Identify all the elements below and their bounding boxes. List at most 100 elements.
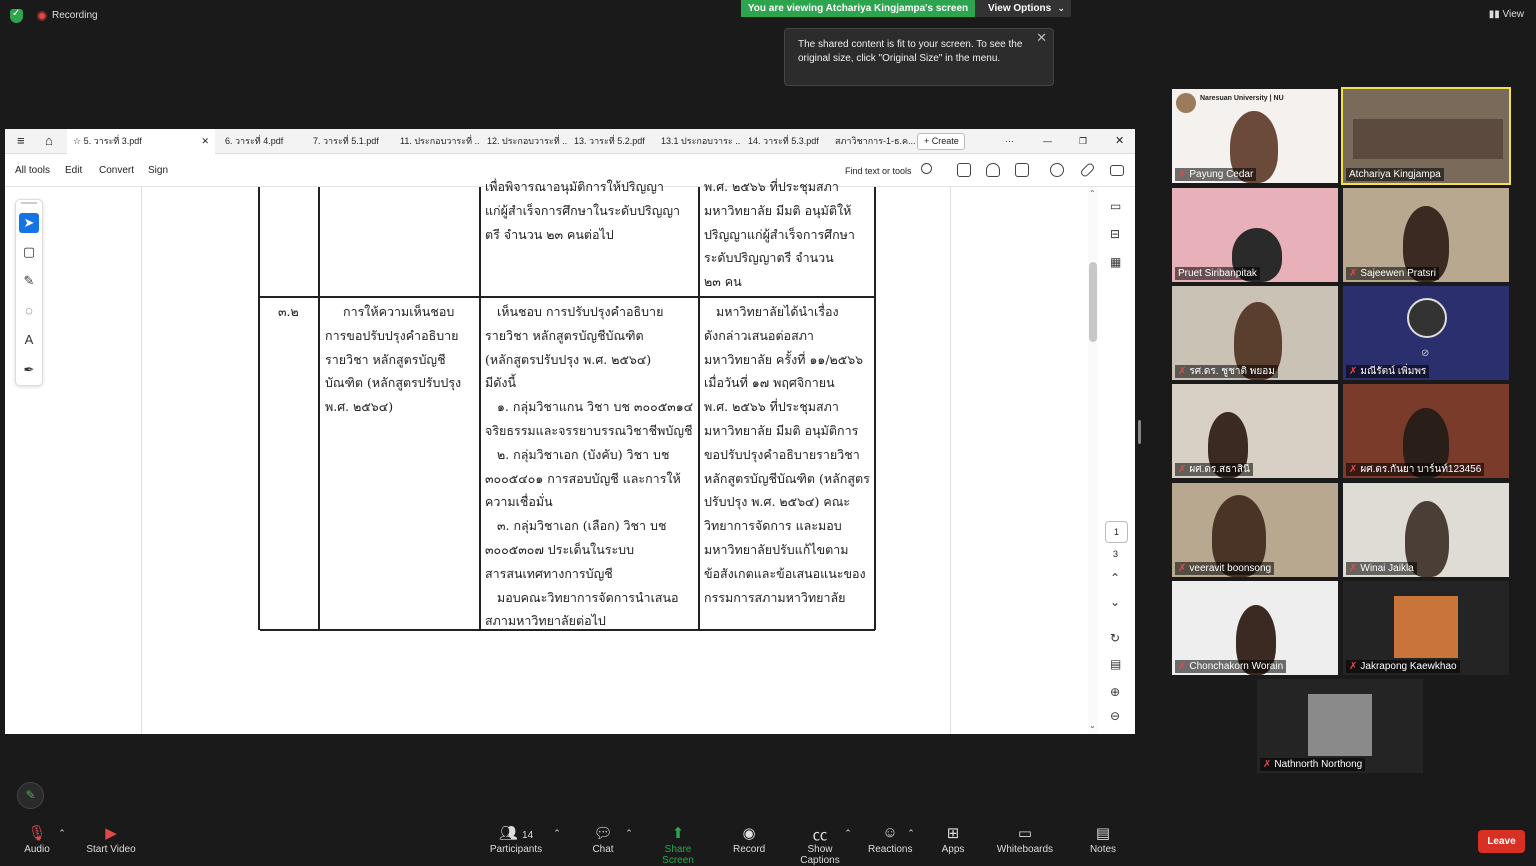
restore-icon[interactable]: ❐: [1073, 129, 1091, 154]
cell-line: ปรับปรุง พ.ศ. ๒๕๖๔) คณะ: [704, 494, 851, 510]
audio-button[interactable]: 🎙︎ Audio: [22, 824, 52, 855]
participant-name-text: Winai Jaikla: [1360, 563, 1414, 574]
save-icon[interactable]: [957, 163, 971, 177]
participants-options-chevron-icon[interactable]: ⌃: [552, 828, 562, 839]
sign-menu[interactable]: Sign: [148, 165, 168, 176]
add-comment-icon[interactable]: ▢: [21, 244, 37, 260]
cell-line: ปริญญาแก่ผู้สำเร็จการศึกษา: [704, 226, 855, 242]
reactions-options-chevron-icon[interactable]: ⌃: [906, 828, 916, 839]
sign-pen-icon[interactable]: ✒: [21, 362, 37, 378]
participants-button[interactable]: 👥︎ 14 Participants: [488, 824, 544, 855]
tab-pdf[interactable]: 11. ประกอบวาระที่ ...: [394, 129, 480, 154]
security-shield-icon[interactable]: [10, 8, 23, 23]
upload-cloud-icon[interactable]: [986, 163, 1000, 177]
tab-pdf[interactable]: สภาวิชาการ-1-ธ.ค...: [829, 129, 915, 154]
participant-tile[interactable]: ✗ Chonchakorn Worain: [1172, 581, 1338, 675]
text-box-icon[interactable]: A: [21, 332, 37, 348]
all-tools-menu[interactable]: All tools: [15, 165, 50, 176]
participant-tile[interactable]: ✗ Sajeewen Pratsri: [1343, 188, 1509, 282]
email-icon[interactable]: [1110, 165, 1124, 176]
share-screen-button[interactable]: ⬆ Share Screen: [648, 824, 708, 866]
tab-pdf[interactable]: 13. วาระที่ 5.2.pdf: [568, 129, 654, 154]
participant-tile[interactable]: ✗ veeravit boonsong: [1172, 483, 1338, 577]
participant-tile[interactable]: ✗ รศ.ดร. ชูชาติ พยอม: [1172, 286, 1338, 380]
apps-button[interactable]: ⊞ Apps: [940, 824, 966, 855]
panel-resize-handle[interactable]: [1138, 420, 1141, 444]
muted-mic-icon: 🎙︎: [27, 825, 47, 842]
cell-line: บัณฑิต (หลักสูตรปรับปรุง: [325, 375, 462, 391]
view-button[interactable]: ▮▮ View: [1489, 9, 1524, 20]
thumbnails-icon[interactable]: ▦: [1110, 255, 1121, 269]
notes-button[interactable]: ▤ Notes: [1088, 824, 1118, 855]
participant-tile[interactable]: ⊘ ✗ มณีรัตน์ เพิ่มพร: [1343, 286, 1509, 380]
freehand-draw-icon[interactable]: ◌: [21, 303, 37, 319]
zoom-out-icon[interactable]: ⊖: [1110, 709, 1120, 723]
cell-line: จริยธรรมและจรรยาบรรณวิชาชีพบัญชี: [485, 422, 693, 438]
scroll-up-icon[interactable]: ⌃: [1089, 189, 1096, 198]
hamburger-menu-icon[interactable]: ≡: [11, 129, 31, 154]
table-cell-col3: เห็นชอบ การปรับปรุงคำอธิบาย รายวิชา หลัก…: [485, 300, 697, 633]
highlight-pen-icon[interactable]: ✎: [21, 273, 37, 289]
tab-pdf[interactable]: 7. วาระที่ 5.1.pdf: [307, 129, 393, 154]
page-fit-icon[interactable]: ▤: [1110, 657, 1121, 671]
bookmark-icon[interactable]: ⊟: [1110, 227, 1120, 241]
comments-icon[interactable]: ▭: [1110, 199, 1121, 213]
cell-line: มหาวิทยาลัย มีมติ อนุมัติการ: [704, 422, 859, 438]
more-icon[interactable]: ···: [999, 129, 1019, 154]
captions-options-chevron-icon[interactable]: ⌃: [843, 828, 853, 839]
annotate-pencil-icon[interactable]: ✎: [17, 782, 44, 809]
participant-tile[interactable]: ✗ ผศ.ดร.สธาสินี: [1172, 384, 1338, 478]
scrollbar-thumb[interactable]: [1089, 262, 1097, 342]
select-cursor-icon[interactable]: ➤: [19, 213, 39, 233]
convert-menu[interactable]: Convert: [99, 165, 134, 176]
cell-line: การให้ความเห็นชอบ: [343, 304, 455, 319]
share-screen-icon: ⬆: [671, 825, 685, 842]
tab-active-pdf[interactable]: ☆ 5. วาระที่ 3.pdf ✕: [67, 129, 215, 154]
search-icon[interactable]: [921, 163, 932, 174]
tab-pdf[interactable]: 6. วาระที่ 4.pdf: [219, 129, 305, 154]
tab-pdf[interactable]: 13.1 ประกอบวาระ ...: [655, 129, 741, 154]
close-window-icon[interactable]: ✕: [1109, 129, 1127, 154]
page-number-input[interactable]: 1: [1105, 521, 1128, 543]
zoom-in-icon[interactable]: ⊕: [1110, 685, 1120, 699]
chat-options-chevron-icon[interactable]: ⌃: [624, 828, 634, 839]
participant-tile[interactable]: Naresuan University | NU ✗ Payung Cedar: [1172, 89, 1338, 183]
link-icon[interactable]: [1079, 161, 1096, 179]
chevron-up-icon[interactable]: ⌃: [1110, 571, 1120, 585]
close-tab-icon[interactable]: ✕: [201, 129, 209, 154]
participant-name: ✗ มณีรัตน์ เพิ่มพร: [1346, 365, 1430, 378]
recording-label[interactable]: Recording: [52, 10, 98, 21]
participant-tile-active-speaker[interactable]: Atchariya Kingjampa: [1341, 87, 1511, 185]
participant-tile[interactable]: ✗ Jakrapong Kaewkhao: [1343, 581, 1509, 675]
cell-line: กรรมการสภามหาวิทยาลัย: [704, 589, 846, 605]
participant-tile[interactable]: ✗ ผศ.ดร.กันยา บาร์นท์123456: [1343, 384, 1509, 478]
edit-menu[interactable]: Edit: [65, 165, 82, 176]
notes-icon: ▤: [1095, 825, 1111, 842]
start-video-button[interactable]: ▶︎ Start Video: [84, 824, 138, 855]
leave-button[interactable]: Leave: [1478, 830, 1525, 853]
participant-tile[interactable]: ✗ Nathnorth Northong: [1257, 679, 1423, 773]
audio-options-chevron-icon[interactable]: ⌃: [57, 828, 67, 839]
minimize-icon[interactable]: —: [1037, 129, 1055, 154]
participant-tile[interactable]: Pruet Siribanpitak: [1172, 188, 1338, 282]
cell-line: รายวิชา หลักสูตรบัญชี: [325, 351, 446, 367]
scroll-down-icon[interactable]: ⌄: [1089, 721, 1096, 730]
tab-pdf[interactable]: 14. วาระที่ 5.3.pdf: [742, 129, 828, 154]
create-tab-button[interactable]: + Create: [917, 133, 965, 150]
rotate-icon[interactable]: ↻: [1110, 631, 1120, 645]
chevron-down-icon[interactable]: ⌄: [1110, 595, 1120, 609]
star-icon[interactable]: ☆: [73, 136, 84, 146]
view-options-button[interactable]: View Options ⌄: [975, 0, 1071, 17]
whiteboards-button[interactable]: ▭ Whiteboards: [996, 824, 1054, 855]
rail-grip[interactable]: [21, 202, 37, 204]
chat-button[interactable]: 💬︎ Chat: [590, 824, 616, 855]
tab-pdf[interactable]: 12. ประกอบวาระที่ ...: [481, 129, 567, 154]
participant-tile[interactable]: ✗ Winai Jaikla: [1343, 483, 1509, 577]
cell-line: มอบคณะวิทยาการจัดการนำเสนอ: [497, 589, 679, 605]
share-screen-label: Share Screen: [662, 844, 694, 866]
close-icon[interactable]: ✕: [1036, 31, 1047, 45]
share-people-icon[interactable]: [1050, 163, 1064, 177]
record-button[interactable]: ◉ Record: [733, 824, 765, 855]
home-icon[interactable]: ⌂: [39, 129, 61, 154]
print-icon[interactable]: [1015, 163, 1029, 177]
